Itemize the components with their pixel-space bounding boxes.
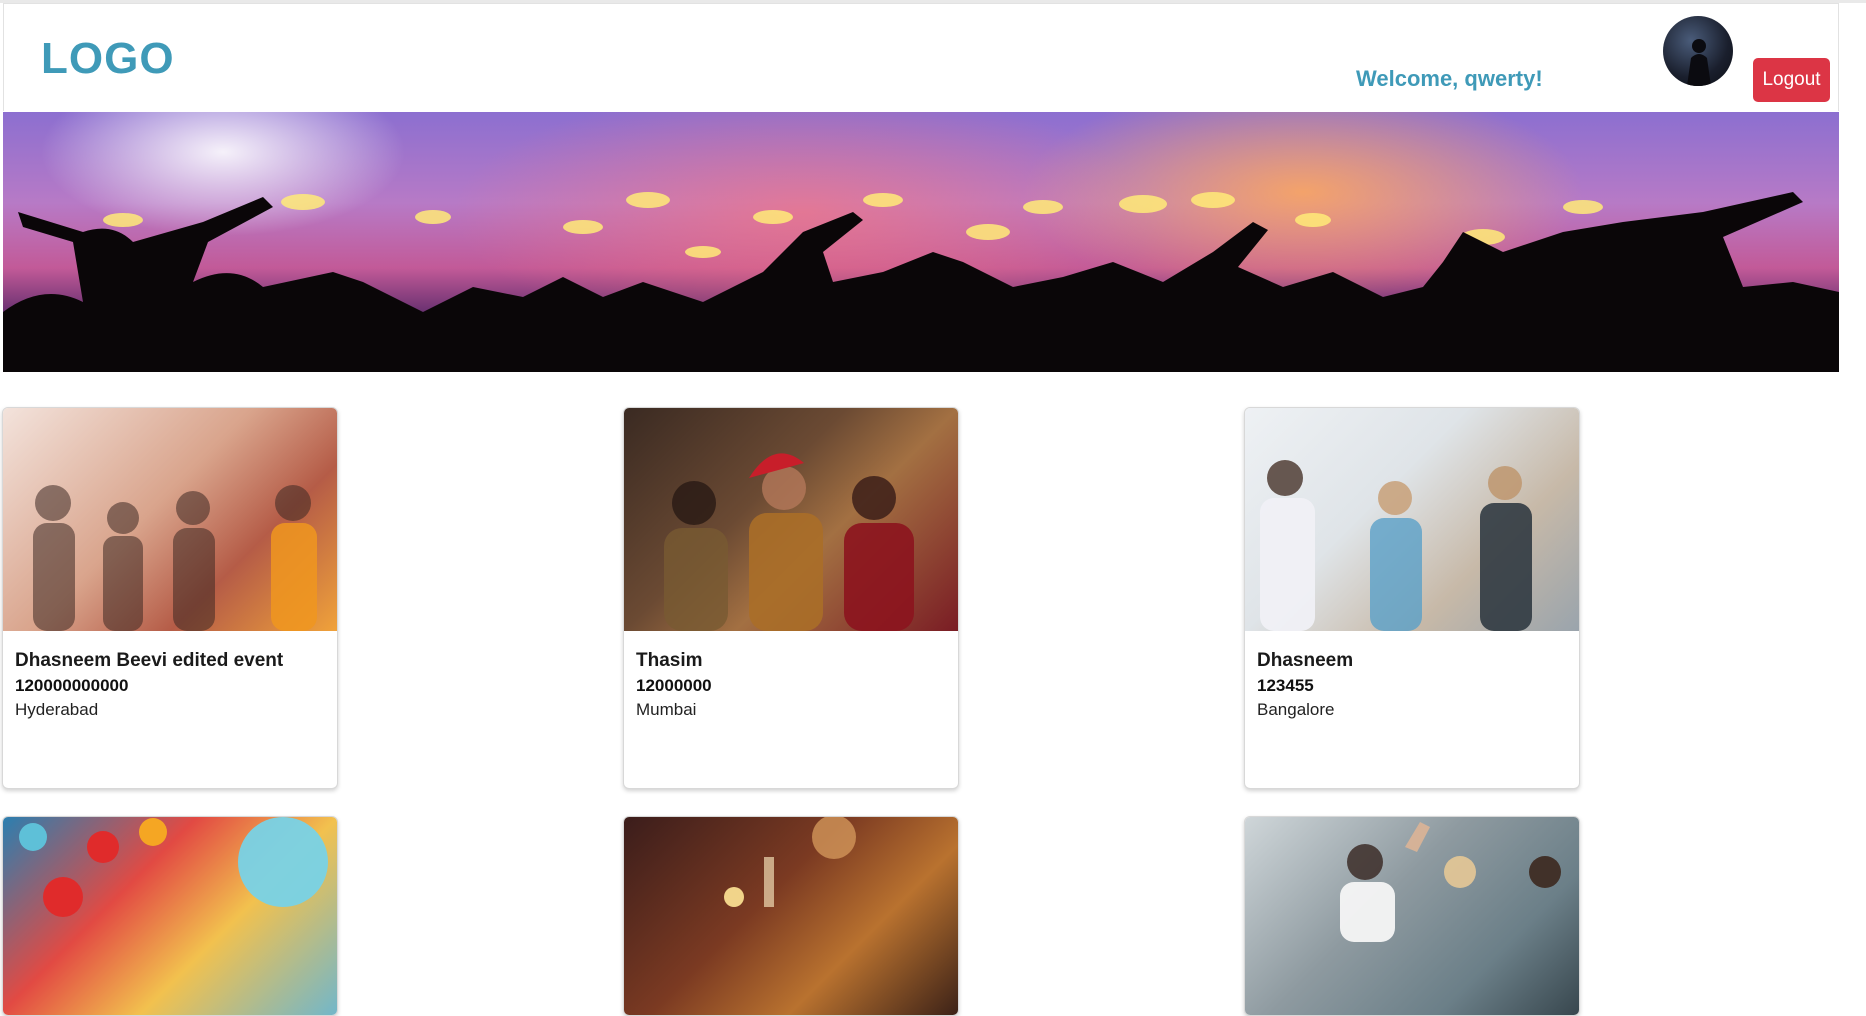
welcome-message: Welcome, qwerty! (1356, 66, 1543, 91)
party-crowd-banner (3, 192, 1839, 372)
people-silhouettes-icon (1340, 822, 1561, 942)
people-silhouettes-icon (664, 453, 914, 631)
balloons-icon (19, 817, 328, 917)
event-title: Thasim (636, 650, 703, 671)
high-five-office-photo (1245, 817, 1579, 1015)
champagne-toast-photo (624, 817, 958, 1015)
office-celebration-photo (1245, 408, 1579, 631)
event-title: Dhasneem Beevi edited event (15, 650, 284, 671)
sparkler-icon (724, 817, 856, 907)
event-card[interactable] (1244, 816, 1580, 1016)
site-header: LOGO Welcome, qwerty! Logout (3, 3, 1839, 111)
event-price: 12000000 (636, 676, 712, 695)
hero-banner (3, 112, 1839, 372)
logo[interactable]: LOGO (41, 34, 175, 84)
user-avatar[interactable] (1663, 16, 1733, 86)
event-card[interactable]: Dhasneem Beevi edited event 120000000000… (2, 407, 338, 789)
event-location: Hyderabad (15, 700, 99, 719)
event-card[interactable]: Dhasneem 123455 Bangalore (1244, 407, 1580, 789)
people-silhouettes-icon (1260, 460, 1532, 631)
event-location: Mumbai (636, 700, 697, 719)
event-title: Dhasneem (1257, 650, 1354, 671)
event-location: Bangalore (1257, 700, 1335, 719)
office-party-confetti-photo (3, 408, 337, 631)
event-card[interactable] (2, 816, 338, 1016)
person-silhouette-icon (1687, 39, 1711, 86)
christmas-sparklers-photo (624, 408, 958, 631)
people-silhouettes-icon (33, 485, 317, 631)
logout-button[interactable]: Logout (1753, 58, 1830, 102)
event-card[interactable] (623, 816, 959, 1016)
balloons-crowd-photo (3, 817, 337, 1015)
event-price: 123455 (1257, 676, 1314, 695)
event-price: 120000000000 (15, 676, 129, 695)
event-card[interactable]: Thasim 12000000 Mumbai (623, 407, 959, 789)
